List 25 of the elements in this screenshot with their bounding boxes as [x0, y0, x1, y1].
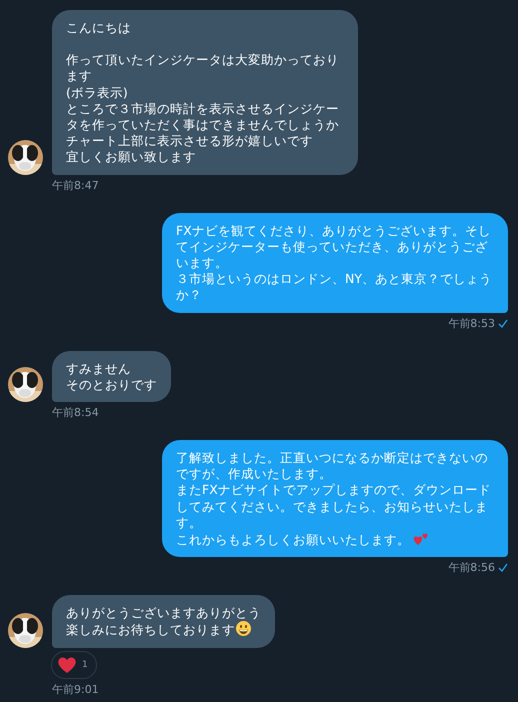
message-text: すみません — [66, 360, 131, 376]
message-time: 午前8:53 — [448, 316, 495, 331]
message-text: これからもよろしくお願いいたします。 — [176, 532, 410, 548]
reaction-pill[interactable]: 1 — [51, 650, 97, 679]
message-text: 楽しみにお待ちしております — [66, 622, 235, 638]
hearts-icon — [413, 531, 430, 546]
message-time: 午前8:54 — [52, 405, 99, 420]
message-time: 午前9:01 — [52, 682, 99, 697]
message-text: ありがとうございますありがとう — [66, 605, 261, 620]
message-text: こんにちは — [66, 20, 131, 35]
message-text: (ボラ表示) — [66, 84, 128, 100]
message-text: そのとおりです — [66, 376, 157, 392]
smiley-icon — [236, 621, 251, 636]
message-time: 午前8:56 — [448, 560, 495, 576]
message-text: FXナビを観てくださり、ありがとうございます。そしてインジケーターも使っていただき、ありがとうございます。 — [176, 222, 491, 270]
message-text: 宜しくお願い致します — [66, 149, 196, 164]
heart-icon — [57, 656, 77, 674]
message-text: またFXナビサイトでアップしますので、ダウンロードしてみてください。できましたら、お知らせいたします。 — [176, 482, 491, 530]
message-time: 午前8:47 — [52, 178, 99, 193]
message-text: 了解致しました。正直いつになるか断定はできないのですが、作成いたします。 — [176, 450, 488, 482]
message-text: ところで３市場の時計を表示させるインジケータを作っていただく事はできませんでしょうか — [66, 100, 339, 132]
message-text: 作って頂いたインジケータは大変助かっております — [66, 52, 339, 84]
message-text: チャート上部に表示させる形が嬉しいです — [66, 133, 313, 148]
reaction-count: 1 — [82, 660, 88, 670]
message-text: ３市場というのはロンドン、NY、あと東京？でしょうか？ — [176, 271, 492, 302]
